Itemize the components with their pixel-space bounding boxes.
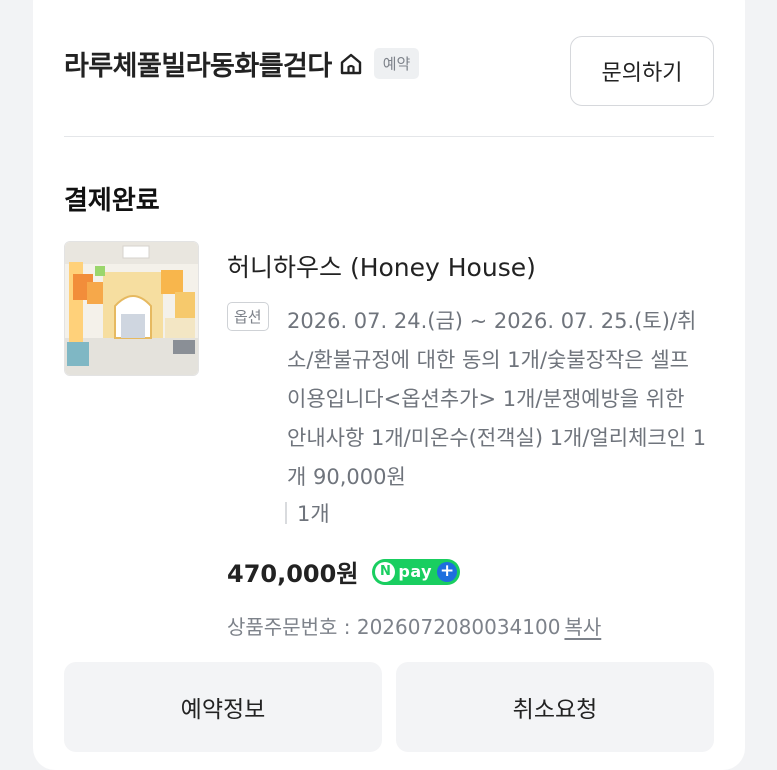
quantity: 1개: [285, 498, 727, 528]
shop-title[interactable]: 라루체풀빌라동화를걷다 예약: [64, 44, 420, 83]
order-number-label: 상품주문번호 :: [227, 615, 357, 639]
cancel-request-button[interactable]: 취소요청: [396, 662, 714, 752]
order-number-row: 상품주문번호 : 2026072080034100 복사: [227, 611, 727, 640]
option-details: 2026. 07. 24.(금) ~ 2026. 07. 25.(토)/취소/환…: [287, 309, 707, 489]
reservation-badge: 예약: [373, 48, 420, 79]
quantity-value: 1개: [297, 502, 330, 526]
option-badge: 옵션: [227, 302, 269, 331]
npay-plus-logo: N pay +: [372, 558, 461, 585]
shop-name[interactable]: 라루체풀빌라동화를걷다: [64, 44, 332, 83]
quantity-divider: [285, 502, 287, 524]
product-thumbnail[interactable]: [64, 241, 199, 376]
action-buttons: 예약정보 취소요청: [64, 662, 714, 752]
payment-status: 결제완료: [64, 186, 160, 216]
product-info: 허니하우스 (Honey House) 옵션 2026. 07. 24.(금) …: [227, 248, 727, 640]
price-row: 470,000원 N pay +: [227, 554, 727, 589]
shop-header: 라루체풀빌라동화를걷다 예약 문의하기: [64, 28, 714, 106]
reservation-info-button[interactable]: 예약정보: [64, 662, 382, 752]
npay-n-icon: N: [375, 561, 396, 582]
copy-link[interactable]: 복사: [564, 615, 601, 639]
order-card: 라루체풀빌라동화를걷다 예약 문의하기 결제완료 허니하우스 (Honey Ho…: [33, 0, 745, 770]
npay-pay-text: pay: [398, 562, 433, 581]
product-name[interactable]: 허니하우스 (Honey House): [227, 248, 727, 284]
header-divider: [64, 136, 714, 137]
inquiry-button[interactable]: 문의하기: [570, 36, 714, 106]
home-icon: [338, 51, 364, 77]
total-price: 470,000원: [227, 560, 359, 588]
option-row: 옵션 2026. 07. 24.(금) ~ 2026. 07. 25.(토)/취…: [227, 302, 727, 528]
order-number: 2026072080034100: [356, 615, 561, 639]
plus-icon: +: [437, 561, 458, 582]
